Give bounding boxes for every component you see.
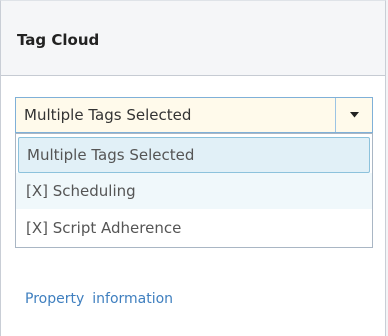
property-information-links: Property information xyxy=(25,291,181,307)
panel-header: Tag Cloud xyxy=(1,1,385,76)
tag-option-script-adherence[interactable]: [X] Script Adherence xyxy=(16,210,372,246)
tag-select-toggle[interactable] xyxy=(335,98,372,132)
tag-dropdown-list: Multiple Tags Selected [X] Scheduling [X… xyxy=(15,133,373,248)
chevron-down-icon xyxy=(350,112,359,118)
tag-cloud-panel: Tag Cloud Multiple Tags Selected Multipl… xyxy=(0,0,386,336)
tag-select[interactable]: Multiple Tags Selected xyxy=(15,97,373,133)
panel-title: Tag Cloud xyxy=(17,31,100,49)
tag-option-label: [X] Scheduling xyxy=(26,182,136,200)
information-link[interactable]: information xyxy=(92,291,173,307)
tag-option-scheduling[interactable]: [X] Scheduling xyxy=(16,173,372,209)
tag-select-value: Multiple Tags Selected xyxy=(24,106,192,124)
tag-option-label: Multiple Tags Selected xyxy=(27,146,195,164)
tag-option-multiple[interactable]: Multiple Tags Selected xyxy=(18,137,370,173)
panel-body: Multiple Tags Selected Multiple Tags Sel… xyxy=(1,76,385,336)
property-link[interactable]: Property xyxy=(25,291,84,307)
tag-option-label: [X] Script Adherence xyxy=(26,219,182,237)
